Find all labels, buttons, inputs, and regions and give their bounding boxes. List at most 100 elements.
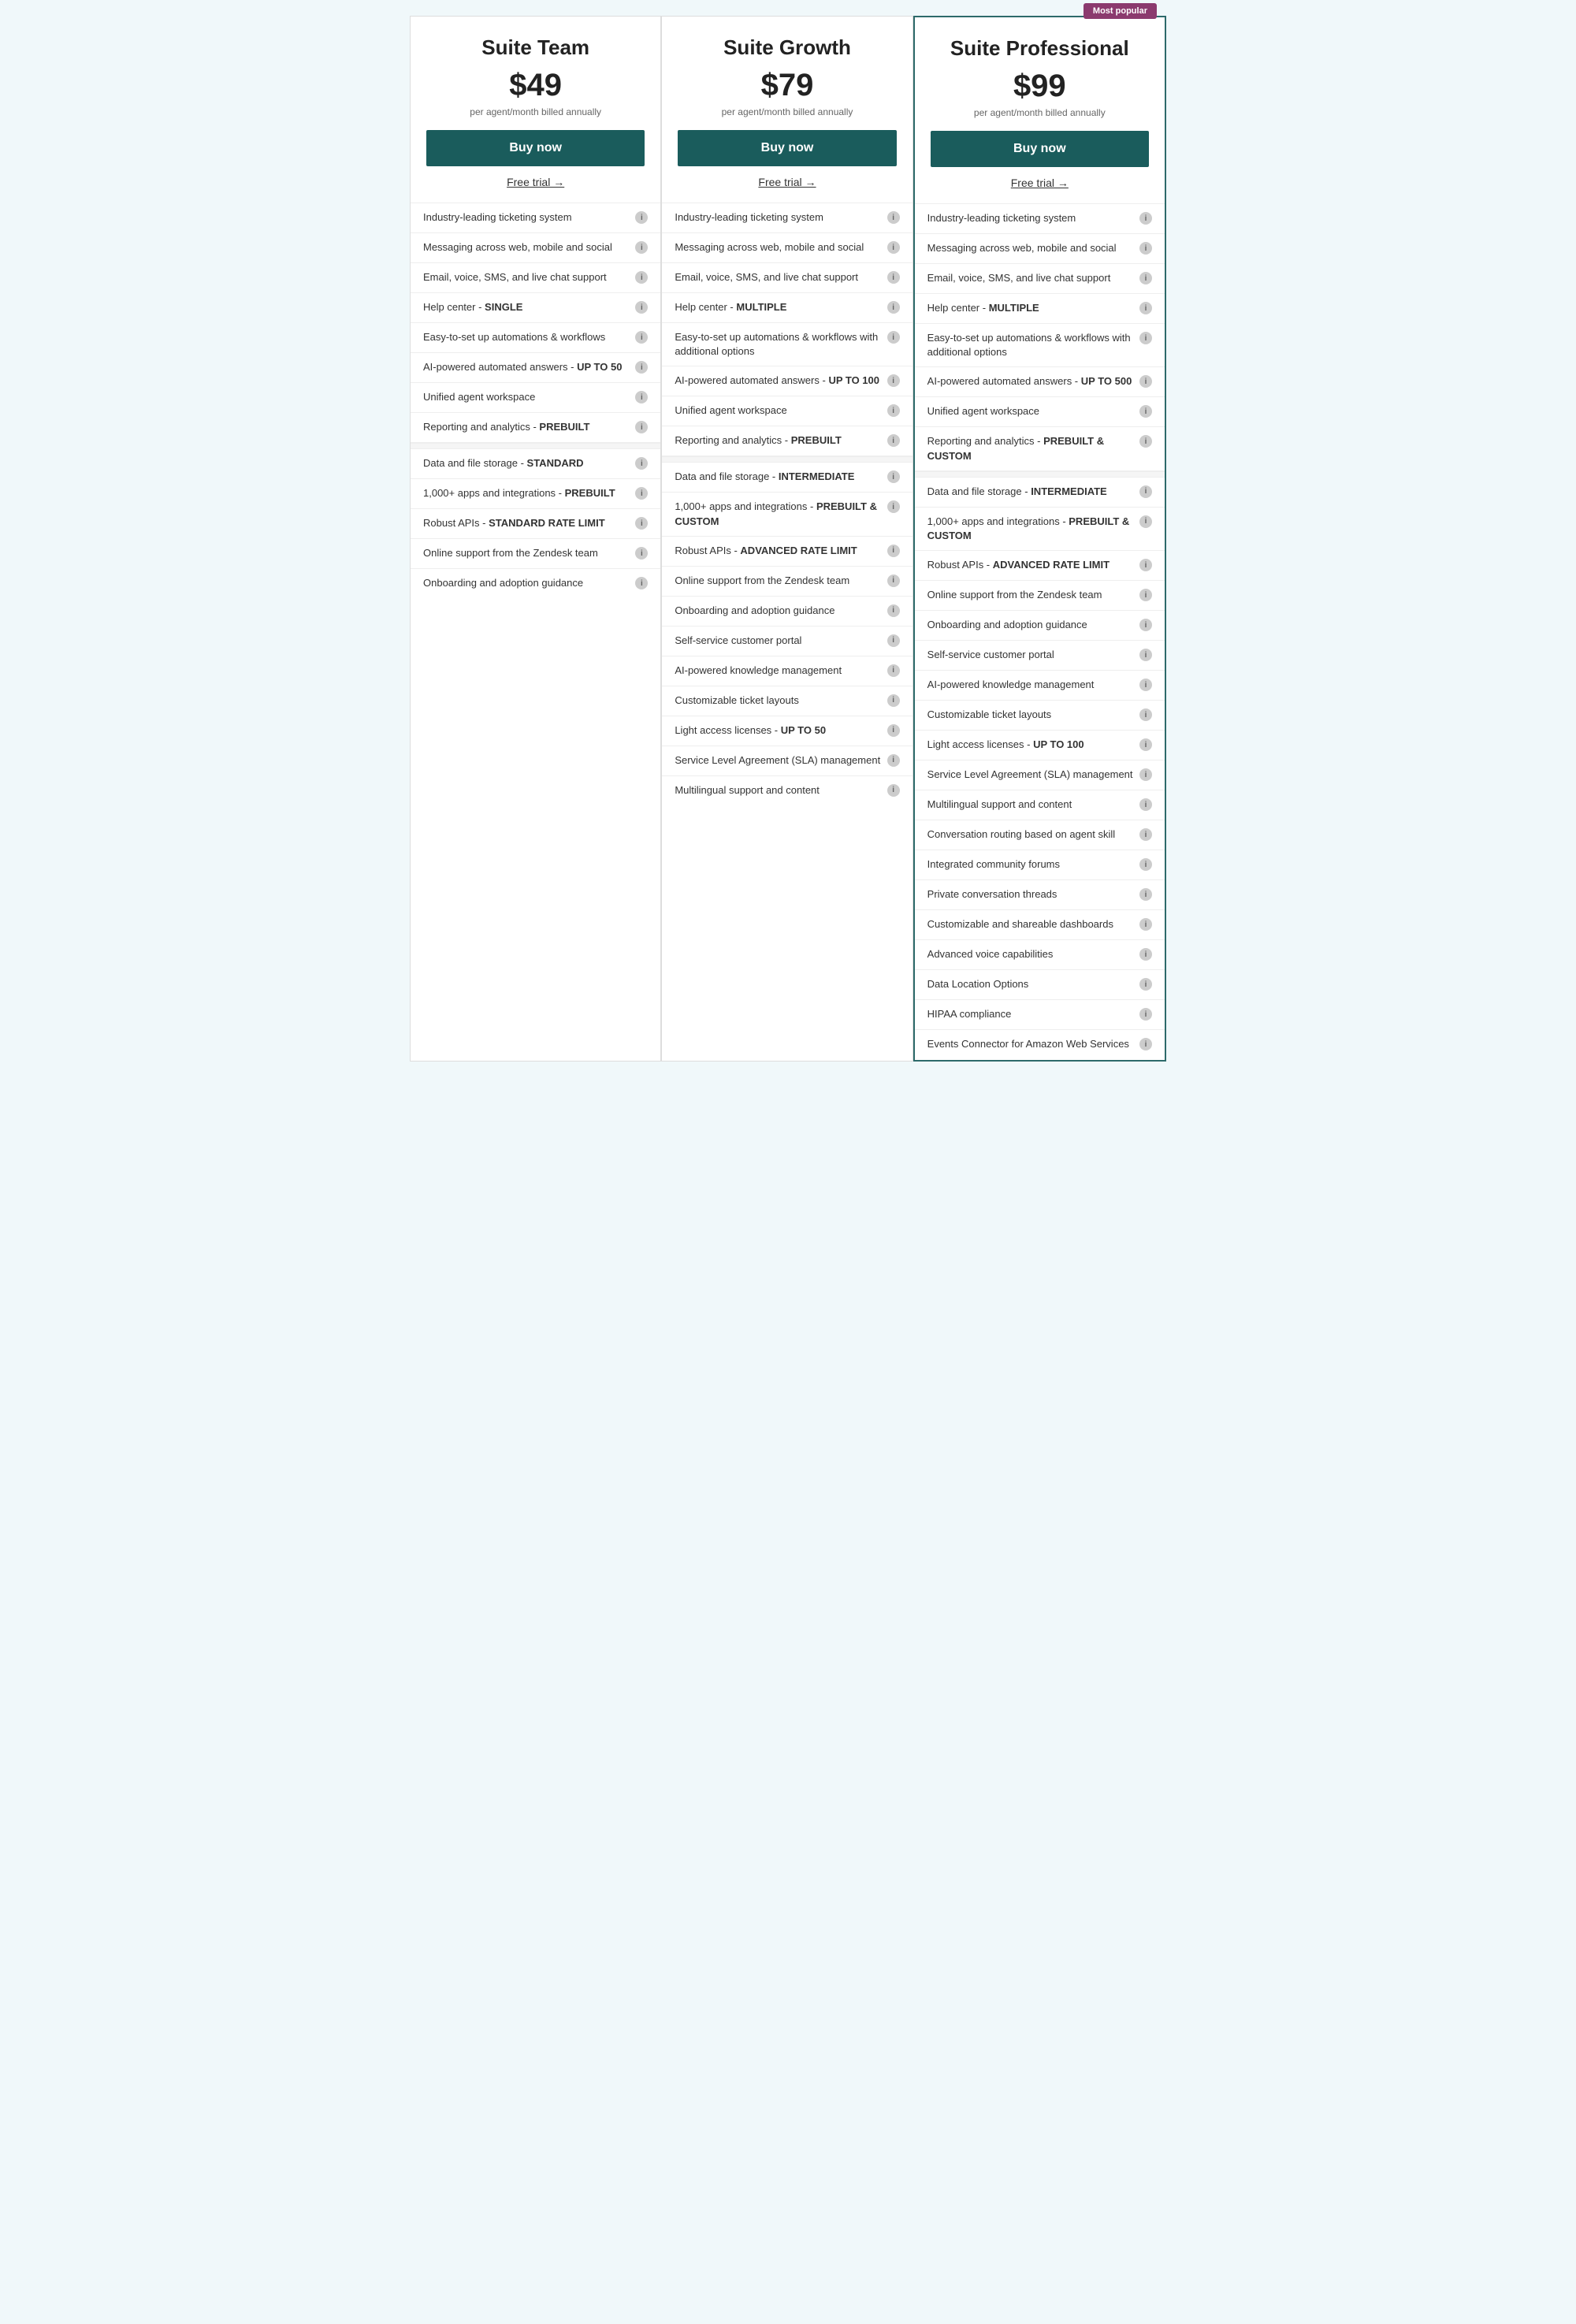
info-icon[interactable]: i	[887, 301, 900, 314]
info-icon[interactable]: i	[635, 331, 648, 344]
free-trial-link[interactable]: Free trial →	[758, 176, 816, 188]
feature-text: Private conversation threads	[927, 887, 1139, 902]
feature-item: Data Location Options i	[915, 970, 1165, 1000]
info-icon[interactable]: i	[1139, 405, 1152, 418]
buy-button[interactable]: Buy now	[426, 130, 645, 166]
feature-text: Help center - SINGLE	[423, 300, 635, 314]
info-icon[interactable]: i	[887, 694, 900, 707]
feature-item: Service Level Agreement (SLA) management…	[662, 746, 912, 776]
plan-price: $49	[426, 68, 645, 103]
info-icon[interactable]: i	[635, 517, 648, 530]
info-icon[interactable]: i	[1139, 272, 1152, 284]
info-icon[interactable]: i	[1139, 948, 1152, 961]
info-icon[interactable]: i	[887, 545, 900, 557]
info-icon[interactable]: i	[1139, 302, 1152, 314]
feature-text: Multilingual support and content	[675, 783, 886, 798]
info-icon[interactable]: i	[887, 374, 900, 387]
info-icon[interactable]: i	[635, 361, 648, 374]
info-icon[interactable]: i	[887, 784, 900, 797]
info-icon[interactable]: i	[1139, 679, 1152, 691]
info-icon[interactable]: i	[1139, 649, 1152, 661]
feature-text: Industry-leading ticketing system	[927, 211, 1139, 225]
feature-item: Messaging across web, mobile and social …	[915, 234, 1165, 264]
info-icon[interactable]: i	[1139, 738, 1152, 751]
info-icon[interactable]: i	[887, 634, 900, 647]
info-icon[interactable]: i	[887, 574, 900, 587]
feature-item: Help center - SINGLE i	[411, 293, 660, 323]
feature-text: Email, voice, SMS, and live chat support	[675, 270, 886, 284]
plan-name: Suite Team	[426, 35, 645, 60]
feature-text: Integrated community forums	[927, 857, 1139, 872]
info-icon[interactable]: i	[1139, 708, 1152, 721]
plan-price: $79	[678, 68, 896, 103]
feature-text: Help center - MULTIPLE	[675, 300, 886, 314]
info-icon[interactable]: i	[635, 391, 648, 403]
info-icon[interactable]: i	[887, 241, 900, 254]
feature-item: AI-powered knowledge management i	[915, 671, 1165, 701]
info-icon[interactable]: i	[635, 241, 648, 254]
info-icon[interactable]: i	[887, 754, 900, 767]
info-icon[interactable]: i	[1139, 559, 1152, 571]
info-icon[interactable]: i	[635, 421, 648, 433]
buy-button[interactable]: Buy now	[931, 131, 1149, 167]
free-trial-link[interactable]: Free trial →	[1011, 177, 1069, 189]
info-icon[interactable]: i	[887, 664, 900, 677]
feature-divider	[915, 471, 1165, 478]
info-icon[interactable]: i	[1139, 978, 1152, 991]
info-icon[interactable]: i	[1139, 589, 1152, 601]
info-icon[interactable]: i	[1139, 435, 1152, 448]
plan-name: Suite Growth	[678, 35, 896, 60]
feature-text: AI-powered knowledge management	[927, 678, 1139, 692]
info-icon[interactable]: i	[635, 487, 648, 500]
info-icon[interactable]: i	[635, 577, 648, 589]
info-icon[interactable]: i	[1139, 375, 1152, 388]
info-icon[interactable]: i	[1139, 332, 1152, 344]
feature-item: Advanced voice capabilities i	[915, 940, 1165, 970]
feature-item: Unified agent workspace i	[915, 397, 1165, 427]
info-icon[interactable]: i	[887, 271, 900, 284]
info-icon[interactable]: i	[1139, 1008, 1152, 1021]
info-icon[interactable]: i	[1139, 768, 1152, 781]
info-icon[interactable]: i	[887, 331, 900, 344]
info-icon[interactable]: i	[887, 434, 900, 447]
info-icon[interactable]: i	[1139, 242, 1152, 255]
info-icon[interactable]: i	[887, 211, 900, 224]
feature-item: Customizable ticket layouts i	[915, 701, 1165, 731]
info-icon[interactable]: i	[887, 724, 900, 737]
plan-header: Suite Professional $99 per agent/month b…	[915, 17, 1165, 204]
feature-item: Data and file storage - INTERMEDIATE i	[915, 478, 1165, 508]
info-icon[interactable]: i	[635, 271, 648, 284]
info-icon[interactable]: i	[1139, 858, 1152, 871]
feature-item: Messaging across web, mobile and social …	[411, 233, 660, 263]
feature-item: Industry-leading ticketing system i	[915, 204, 1165, 234]
info-icon[interactable]: i	[1139, 918, 1152, 931]
info-icon[interactable]: i	[1139, 828, 1152, 841]
info-icon[interactable]: i	[887, 604, 900, 617]
feature-item: Integrated community forums i	[915, 850, 1165, 880]
info-icon[interactable]: i	[887, 500, 900, 513]
info-icon[interactable]: i	[1139, 212, 1152, 225]
info-icon[interactable]: i	[635, 547, 648, 560]
info-icon[interactable]: i	[1139, 1038, 1152, 1050]
feature-item: Robust APIs - STANDARD RATE LIMIT i	[411, 509, 660, 539]
info-icon[interactable]: i	[1139, 515, 1152, 528]
feature-item: Private conversation threads i	[915, 880, 1165, 910]
info-icon[interactable]: i	[1139, 485, 1152, 498]
feature-item: Industry-leading ticketing system i	[662, 203, 912, 233]
info-icon[interactable]: i	[887, 470, 900, 483]
info-icon[interactable]: i	[1139, 619, 1152, 631]
info-icon[interactable]: i	[1139, 798, 1152, 811]
feature-item: Data and file storage - STANDARD i	[411, 449, 660, 479]
info-icon[interactable]: i	[1139, 888, 1152, 901]
info-icon[interactable]: i	[635, 211, 648, 224]
feature-text: Email, voice, SMS, and live chat support	[423, 270, 635, 284]
feature-text: Advanced voice capabilities	[927, 947, 1139, 961]
info-icon[interactable]: i	[887, 404, 900, 417]
info-icon[interactable]: i	[635, 301, 648, 314]
free-trial-link[interactable]: Free trial →	[507, 176, 564, 188]
feature-item: Unified agent workspace i	[411, 383, 660, 413]
plan-suite-professional: Most popular Suite Professional $99 per …	[913, 16, 1166, 1062]
feature-text: Online support from the Zendesk team	[675, 574, 886, 588]
buy-button[interactable]: Buy now	[678, 130, 896, 166]
info-icon[interactable]: i	[635, 457, 648, 470]
